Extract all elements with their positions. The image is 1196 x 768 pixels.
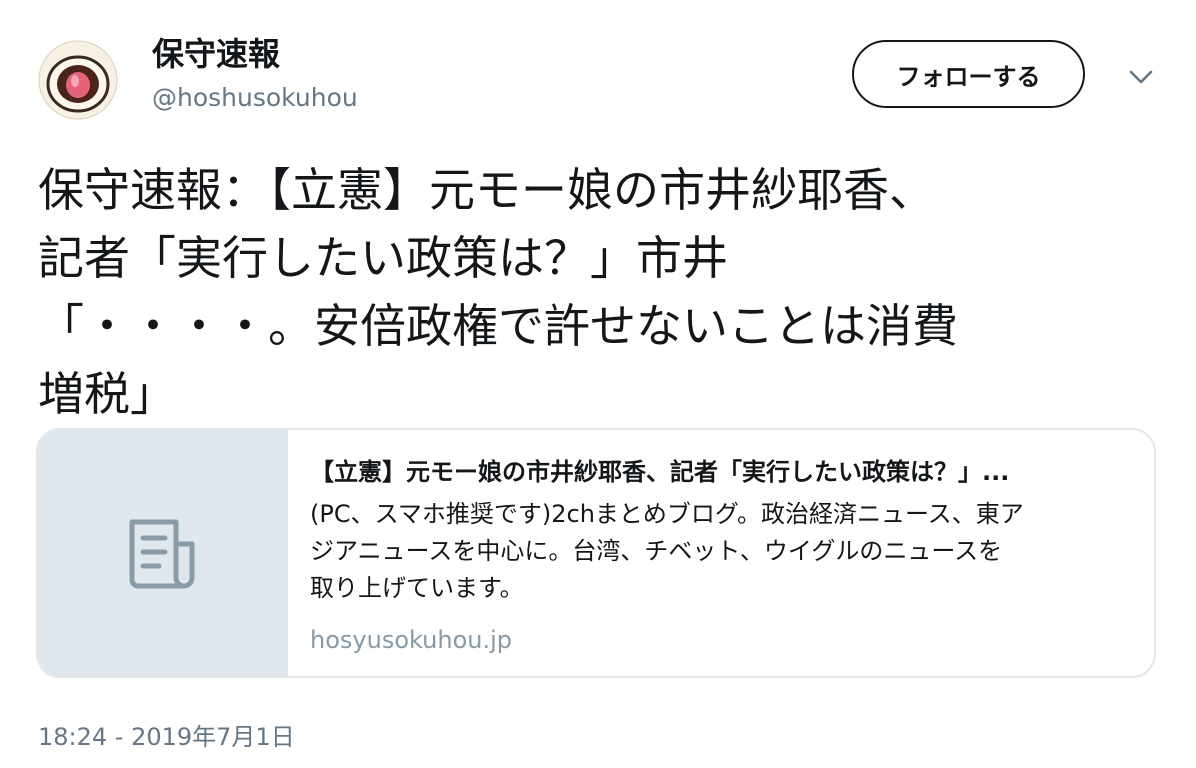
- tweet-text-line: 「・・・・。安倍政権で許せないことは消費: [38, 299, 958, 353]
- tweet-text: 保守速報：【立憲】元モー娘の市井紗耶香、 記者「実行したい政策は？」市井 「・・…: [38, 156, 1158, 428]
- tweet-text-line: 記者「実行したい政策は？」市井: [38, 231, 728, 285]
- follow-button[interactable]: フォローする: [852, 40, 1085, 108]
- tweet-timestamp[interactable]: 18:24 - 2019年7月1日: [38, 718, 295, 756]
- display-name[interactable]: 保守速報: [152, 32, 280, 76]
- account-handle[interactable]: @hoshusokuhou: [152, 80, 358, 116]
- card-description-line: (PC、スマホ推奨です)2chまとめブログ。政治経済ニュース、東ア: [310, 500, 1024, 528]
- tweet-text-line: 保守速報：【立憲】元モー娘の市井紗耶香、: [38, 163, 935, 217]
- tweet-text-line: 増税」: [38, 367, 176, 421]
- link-preview-card[interactable]: 【立憲】元モー娘の市井紗耶香、記者「実行したい政策は？」... (PC、スマホ推…: [36, 428, 1156, 678]
- strawberry-daifuku-icon: [38, 40, 118, 120]
- chevron-down-icon: [1129, 70, 1153, 84]
- card-body: 【立憲】元モー娘の市井紗耶香、記者「実行したい政策は？」... (PC、スマホ推…: [310, 452, 1140, 657]
- card-title: 【立憲】元モー娘の市井紗耶香、記者「実行したい政策は？」...: [310, 458, 1010, 486]
- card-thumbnail: [38, 430, 288, 676]
- card-description: (PC、スマホ推奨です)2chまとめブログ。政治経済ニュース、東ア ジアニュース…: [310, 496, 1140, 607]
- card-domain: hosyusokuhou.jp: [310, 626, 513, 654]
- card-description-line: 取り上げています。: [310, 574, 524, 602]
- card-description-line: ジアニュースを中心に。台湾、チベット、ウイグルのニュースを: [310, 537, 1003, 565]
- avatar[interactable]: [38, 40, 118, 120]
- document-icon: [129, 519, 195, 589]
- more-options-button[interactable]: [1124, 60, 1158, 94]
